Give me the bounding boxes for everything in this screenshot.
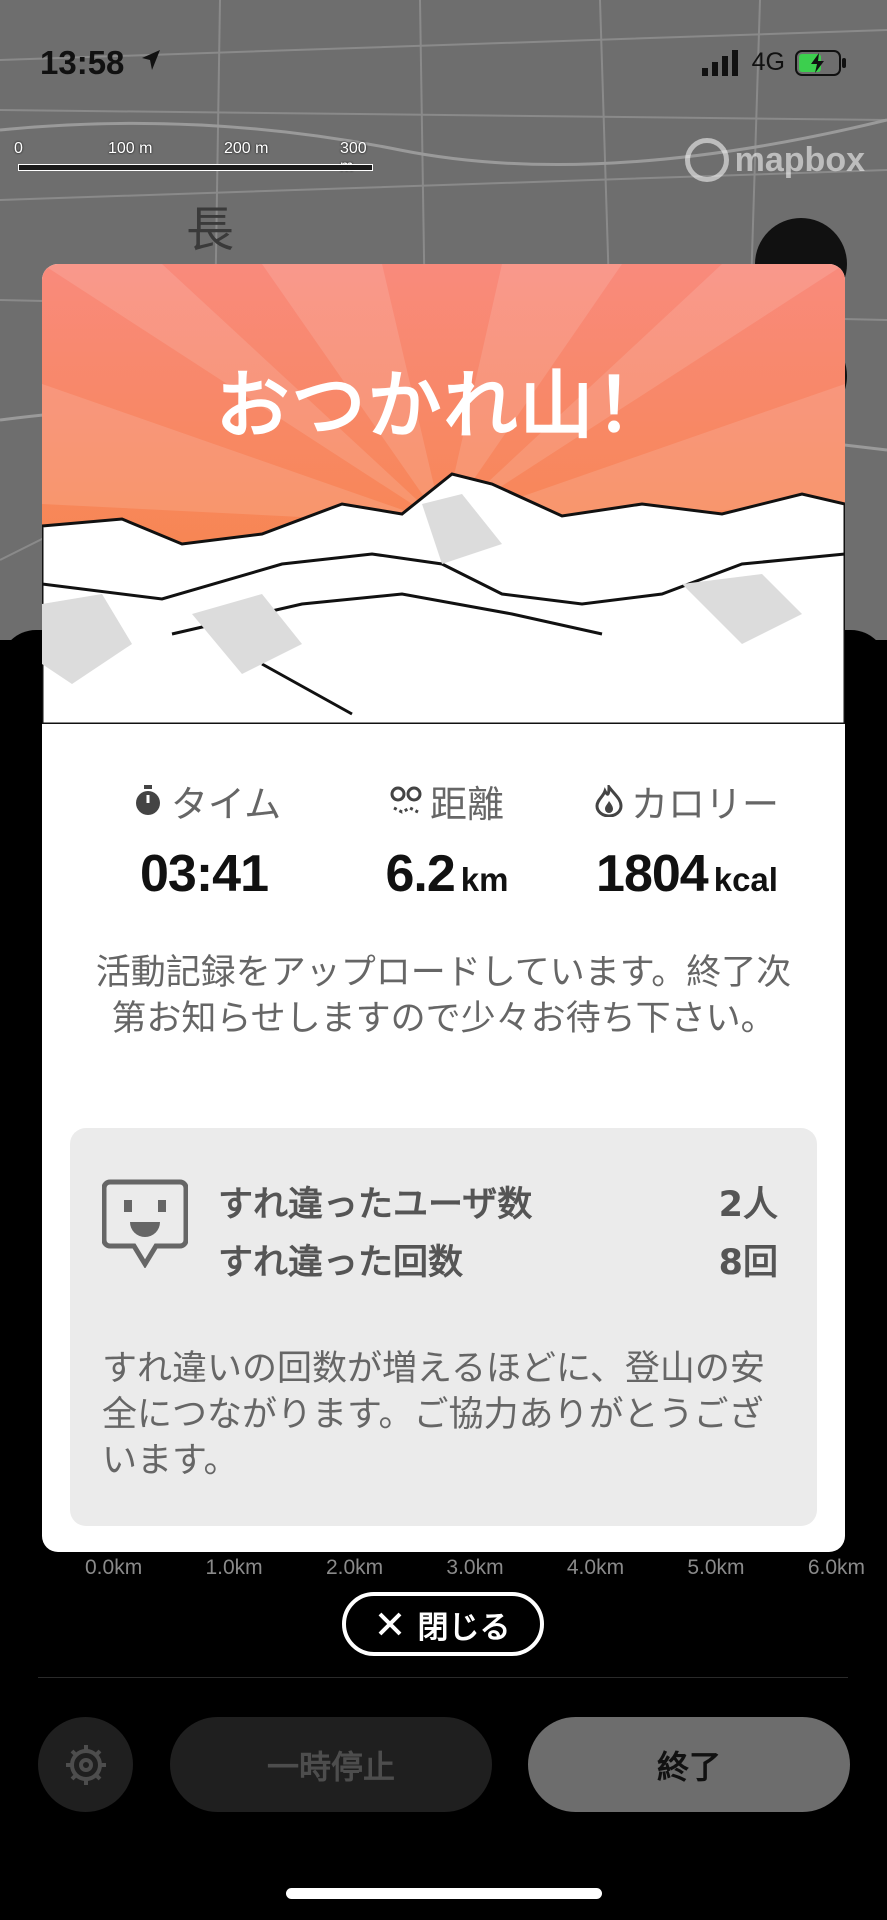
stat-value: 1804 — [596, 845, 709, 903]
axis-tick: 2.0km — [325, 1556, 384, 1579]
elevation-axis: 0.0km 1.0km 2.0km 3.0km 4.0km 5.0km 6.0k… — [85, 1556, 865, 1580]
stat-value: 6.2 — [385, 845, 456, 903]
scale-label: 0 — [14, 140, 23, 157]
completion-modal: おつかれ山！ タイム 03:41 距離 6.2 km カロリー 1804 kca… — [42, 264, 845, 1552]
axis-tick: 0.0km — [85, 1556, 143, 1579]
mapbox-logo-icon — [684, 138, 729, 182]
stat-unit: kcal — [713, 861, 778, 898]
activity-stats: タイム 03:41 距離 6.2 km カロリー 1804 kcal — [102, 774, 792, 904]
home-indicator — [286, 1888, 602, 1899]
battery-icon — [795, 49, 846, 76]
close-button[interactable]: 閉じる — [342, 1592, 544, 1656]
flame-icon — [595, 785, 623, 817]
stat-distance: 距離 6.2 km — [342, 774, 552, 904]
pass-by-note: すれ違いの回数が増えるほどに、登山の安全につながります。ご協力ありがとうございま… — [102, 1349, 765, 1481]
pause-button[interactable]: 一時停止 — [170, 1717, 492, 1812]
axis-tick: 3.0km — [446, 1556, 504, 1579]
network-type: 4G — [751, 48, 785, 76]
map-place-text: 長 — [186, 202, 235, 258]
route-icon — [390, 786, 422, 814]
axis-tick: 4.0km — [566, 1556, 625, 1579]
close-icon — [378, 1612, 401, 1636]
scale-label: 200 m — [224, 140, 269, 157]
scale-label: 100 m — [108, 140, 153, 157]
stopwatch-icon — [135, 785, 160, 815]
finish-button[interactable]: 終了 — [528, 1717, 850, 1812]
modal-title: おつかれ山！ — [215, 363, 672, 449]
status-bar: 13:58 4G — [0, 0, 887, 120]
settings-button[interactable] — [38, 1717, 133, 1812]
close-label: 閉じる — [417, 1609, 511, 1646]
stat-value: 03:41 — [140, 845, 269, 903]
stat-label: カロリー — [631, 783, 779, 826]
signal-icon — [701, 49, 738, 76]
mapbox-logo: mapbox — [684, 138, 865, 182]
map-scale: 0 100 m 200 m 300 m — [14, 140, 378, 175]
pass-count-value: 8回 — [718, 1243, 778, 1283]
axis-tick: 6.0km — [807, 1556, 865, 1579]
status-right: 4G — [701, 48, 847, 77]
axis-tick: 5.0km — [687, 1556, 745, 1579]
pass-users-row: すれ違ったユーザ数 2人 — [218, 1176, 778, 1227]
stat-label: タイム — [170, 783, 282, 826]
stat-time: タイム 03:41 — [102, 774, 312, 904]
mapbox-wordmark: mapbox — [734, 140, 865, 179]
location-arrow-icon — [142, 50, 160, 70]
stat-calories: カロリー 1804 kcal — [582, 774, 792, 904]
gear-icon — [65, 1744, 106, 1785]
pass-count-row: すれ違った回数 8回 — [218, 1234, 778, 1285]
mountain-banner — [42, 264, 845, 724]
stat-unit: km — [460, 861, 509, 898]
pass-users-value: 2人 — [718, 1185, 778, 1225]
pass-by-panel: すれ違ったユーザ数 2人 すれ違った回数 8回 すれ違いの回数が増えるほどに、登… — [70, 1128, 817, 1526]
pass-count-label: すれ違った回数 — [218, 1243, 464, 1283]
pass-by-face-icon — [102, 1179, 188, 1268]
divider — [38, 1677, 848, 1678]
pass-users-label: すれ違ったユーザ数 — [218, 1185, 533, 1225]
stat-label: 距離 — [430, 783, 504, 826]
axis-tick: 1.0km — [205, 1556, 263, 1579]
scale-bar — [18, 164, 373, 171]
upload-message: 活動記録をアップロードしています。終了次第お知らせしますので少々お待ち下さい。 — [95, 953, 792, 1039]
status-time: 13:58 — [40, 44, 125, 81]
